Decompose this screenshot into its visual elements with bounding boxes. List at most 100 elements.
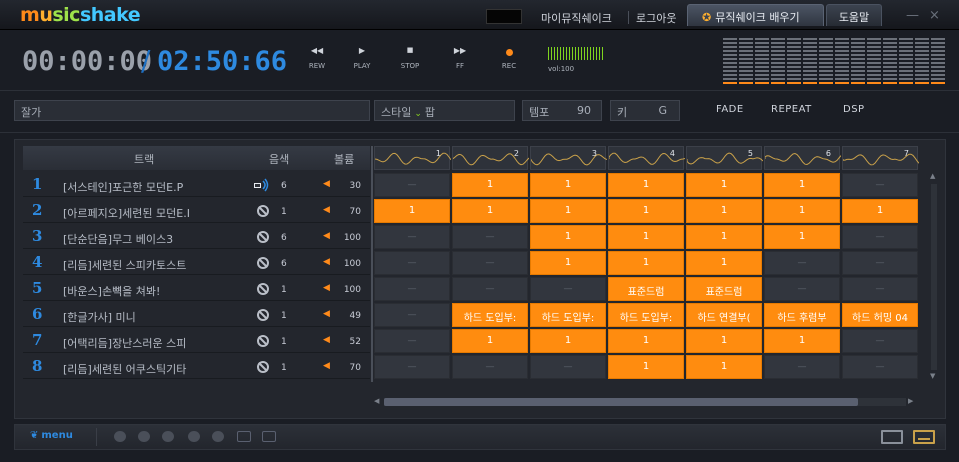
track-row[interactable]: 7 [어택리듬]장난스러운 스피 1 ◀ 52 bbox=[23, 329, 370, 353]
pattern-cell[interactable]: 1 bbox=[764, 173, 840, 197]
pattern-cell[interactable]: 1 bbox=[842, 199, 918, 223]
pattern-cell[interactable]: 표준드럼 bbox=[608, 277, 684, 301]
track-row[interactable]: 2 [아르페지오]세련된 모던E.I 1 ◀ 70 bbox=[23, 199, 370, 223]
horizontal-scrollbar[interactable]: ◀ ▶ bbox=[374, 395, 916, 409]
empty-cell[interactable]: — bbox=[842, 225, 918, 249]
minimize-icon[interactable]: — bbox=[906, 8, 919, 23]
pattern-cell[interactable]: 1 bbox=[530, 199, 606, 223]
instrument-value[interactable]: 1 bbox=[281, 363, 287, 373]
empty-cell[interactable]: — bbox=[452, 277, 528, 301]
empty-cell[interactable]: — bbox=[764, 355, 840, 379]
empty-cell[interactable]: — bbox=[842, 355, 918, 379]
dsp-button[interactable]: DSP bbox=[843, 104, 865, 115]
pattern-cell[interactable]: 1 bbox=[608, 251, 684, 275]
track-name[interactable]: [단순단음]무그 베이스3 bbox=[63, 231, 253, 247]
pattern-cell[interactable]: 1 bbox=[530, 173, 606, 197]
mute-icon[interactable] bbox=[257, 283, 269, 295]
column-header[interactable]: 5 bbox=[686, 146, 763, 170]
track-name[interactable]: [리듬]세련된 어쿠스틱기타 bbox=[63, 361, 253, 377]
tool-icon[interactable] bbox=[237, 431, 251, 442]
pattern-cell[interactable]: 1 bbox=[686, 173, 762, 197]
instrument-value[interactable]: 1 bbox=[281, 337, 287, 347]
empty-cell[interactable]: — bbox=[452, 251, 528, 275]
my-musicshake-link[interactable]: 마이뮤직쉐이크 bbox=[541, 10, 612, 26]
track-row[interactable]: 1 [서스테인]포근한 모던E.P 6 ◀ 30 bbox=[23, 173, 370, 197]
volume-slider[interactable] bbox=[548, 47, 604, 60]
empty-cell[interactable]: — bbox=[530, 277, 606, 301]
fade-button[interactable]: FADE bbox=[716, 104, 744, 115]
instrument-value[interactable]: 1 bbox=[281, 207, 287, 217]
volume-value[interactable]: 100 bbox=[341, 233, 361, 243]
empty-cell[interactable]: — bbox=[374, 173, 450, 197]
mute-icon[interactable] bbox=[257, 257, 269, 269]
empty-cell[interactable]: — bbox=[842, 173, 918, 197]
pattern-cell[interactable]: 1 bbox=[530, 225, 606, 249]
speaker-icon[interactable] bbox=[254, 178, 270, 195]
track-name[interactable]: [서스테인]포근한 모던E.P bbox=[63, 179, 253, 195]
instrument-value[interactable]: 6 bbox=[281, 233, 287, 243]
pattern-cell[interactable]: 1 bbox=[764, 199, 840, 223]
pattern-cell[interactable]: 1 bbox=[686, 225, 762, 249]
empty-cell[interactable]: — bbox=[764, 251, 840, 275]
repeat-button[interactable]: REPEAT bbox=[771, 104, 812, 115]
track-name[interactable]: [바운스]손뼉을 쳐봐! bbox=[63, 283, 253, 299]
pattern-cell[interactable]: 1 bbox=[764, 329, 840, 353]
pattern-cell[interactable]: 1 bbox=[686, 329, 762, 353]
empty-cell[interactable]: — bbox=[374, 251, 450, 275]
empty-cell[interactable]: — bbox=[374, 355, 450, 379]
column-header[interactable]: 3 bbox=[530, 146, 607, 170]
mute-icon[interactable] bbox=[257, 309, 269, 321]
pattern-cell[interactable]: 1 bbox=[452, 329, 528, 353]
pattern-cell[interactable]: 하드 연결부( bbox=[686, 303, 762, 327]
column-header[interactable]: 6 bbox=[764, 146, 841, 170]
pattern-cell[interactable]: 하드 도입부: bbox=[608, 303, 684, 327]
close-icon[interactable]: × bbox=[929, 8, 940, 23]
empty-cell[interactable]: — bbox=[530, 355, 606, 379]
empty-cell[interactable]: — bbox=[374, 277, 450, 301]
instrument-value[interactable]: 1 bbox=[281, 285, 287, 295]
tool-icon[interactable] bbox=[114, 431, 126, 442]
empty-cell[interactable]: — bbox=[452, 355, 528, 379]
volume-value[interactable]: 52 bbox=[341, 337, 361, 347]
empty-cell[interactable]: — bbox=[764, 277, 840, 301]
scroll-thumb[interactable] bbox=[384, 398, 858, 406]
volume-value[interactable]: 70 bbox=[341, 363, 361, 373]
view-subtitle-icon[interactable] bbox=[913, 430, 935, 444]
tempo-field[interactable]: 템포 90 bbox=[522, 100, 602, 121]
column-header[interactable]: 1 bbox=[374, 146, 451, 170]
pattern-cell[interactable]: 1 bbox=[686, 355, 762, 379]
volume-value[interactable]: 49 bbox=[341, 311, 361, 321]
empty-cell[interactable]: — bbox=[374, 329, 450, 353]
pattern-cell[interactable]: 1 bbox=[608, 225, 684, 249]
pattern-cell[interactable]: 1 bbox=[686, 251, 762, 275]
pattern-cell[interactable]: 하드 도입부: bbox=[452, 303, 528, 327]
tool-icon[interactable] bbox=[138, 431, 150, 442]
track-name[interactable]: [리듬]세련된 스피카토스트 bbox=[63, 257, 253, 273]
track-row[interactable]: 4 [리듬]세련된 스피카토스트 6 ◀ 100 bbox=[23, 251, 370, 275]
ff-button[interactable]: ▶▶ FF bbox=[440, 46, 480, 70]
tool-icon[interactable] bbox=[162, 431, 174, 442]
help-tab[interactable]: 도움말 bbox=[826, 4, 882, 26]
key-field[interactable]: 키 G bbox=[610, 100, 680, 121]
pattern-cell[interactable]: 1 bbox=[608, 355, 684, 379]
pattern-cell[interactable]: 하드 허밍 04 bbox=[842, 303, 918, 327]
play-button[interactable]: ▶ PLAY bbox=[342, 46, 382, 70]
volume-value[interactable]: 100 bbox=[341, 285, 361, 295]
track-row[interactable]: 8 [리듬]세련된 어쿠스틱기타 1 ◀ 70 bbox=[23, 355, 370, 379]
track-name[interactable]: [아르페지오]세련된 모던E.I bbox=[63, 205, 253, 221]
empty-cell[interactable]: — bbox=[842, 329, 918, 353]
track-row[interactable]: 3 [단순단음]무그 베이스3 6 ◀ 100 bbox=[23, 225, 370, 249]
view-normal-icon[interactable] bbox=[881, 430, 903, 444]
mute-icon[interactable] bbox=[257, 205, 269, 217]
mute-icon[interactable] bbox=[257, 231, 269, 243]
empty-cell[interactable]: — bbox=[842, 277, 918, 301]
pattern-cell[interactable]: 1 bbox=[374, 199, 450, 223]
pattern-cell[interactable]: 하드 도입부: bbox=[530, 303, 606, 327]
pattern-cell[interactable]: 1 bbox=[608, 199, 684, 223]
pattern-cell[interactable]: 1 bbox=[452, 173, 528, 197]
pattern-cell[interactable]: 1 bbox=[608, 173, 684, 197]
pattern-cell[interactable]: 표준드럼 bbox=[686, 277, 762, 301]
song-name-field[interactable]: 잘가 bbox=[14, 100, 370, 121]
logout-link[interactable]: 로그아웃 bbox=[636, 10, 676, 26]
track-row[interactable]: 5 [바운스]손뼉을 쳐봐! 1 ◀ 100 bbox=[23, 277, 370, 301]
